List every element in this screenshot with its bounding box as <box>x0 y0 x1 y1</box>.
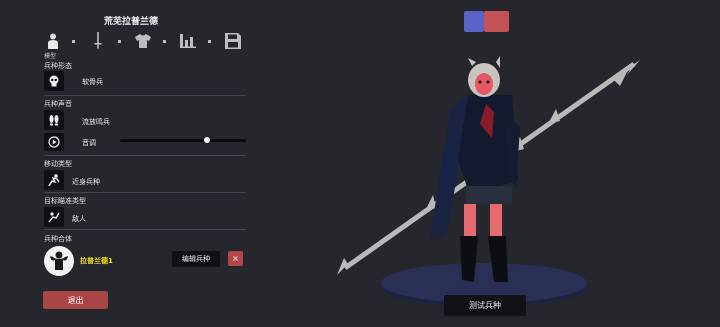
tab-save[interactable] <box>224 32 242 50</box>
person-icon <box>48 33 58 49</box>
target-icon <box>48 212 60 223</box>
target-value[interactable]: 敌人 <box>72 214 86 224</box>
unit-title: 荒芜拉普兰德 <box>103 17 158 27</box>
sword-icon <box>94 32 102 49</box>
unit-character <box>430 56 520 282</box>
tab-model-label: 模型 <box>44 53 57 60</box>
pitch-play-button[interactable] <box>44 133 64 151</box>
play-icon <box>48 136 60 148</box>
unit-preview-scene <box>337 56 640 307</box>
tab-model[interactable] <box>44 32 62 50</box>
divider <box>44 192 246 193</box>
voice-icon-box[interactable] <box>44 110 64 130</box>
tab-weapons[interactable] <box>89 32 107 50</box>
tab-separator <box>72 40 75 43</box>
exit-button[interactable]: 退出 <box>43 291 108 309</box>
target-icon-box[interactable] <box>44 207 64 227</box>
section-heading-combo: 兵种合体 <box>44 235 72 243</box>
tab-separator <box>163 40 166 43</box>
tab-clothing[interactable] <box>134 32 152 50</box>
movement-value[interactable]: 近身兵种 <box>72 177 100 187</box>
unit-editor-panel: 荒芜拉普兰德 模型 兵种形态 软骨兵 兵种声音 流放鸣兵 音调 移动类型 近身兵… <box>0 0 262 327</box>
section-heading-target: 目标瞄准类型 <box>44 197 86 205</box>
test-unit-button[interactable]: 测试兵种 <box>444 295 526 316</box>
form-value[interactable]: 软骨兵 <box>82 77 103 87</box>
strongman-icon <box>50 251 68 270</box>
pitch-slider-handle[interactable] <box>203 137 210 143</box>
divider <box>44 155 246 156</box>
section-heading-voice: 兵种声音 <box>44 100 72 108</box>
edit-unit-button[interactable]: 编辑兵种 <box>172 251 220 267</box>
combo-unit-avatar[interactable] <box>44 246 74 276</box>
tab-stats[interactable] <box>179 32 197 50</box>
tab-separator <box>208 40 211 43</box>
voice-value[interactable]: 流放鸣兵 <box>82 117 110 127</box>
bars-icon <box>180 34 196 48</box>
divider <box>44 229 246 230</box>
feet-icon <box>49 115 59 126</box>
delete-unit-button[interactable]: × <box>228 251 243 266</box>
pitch-label: 音调 <box>82 139 96 147</box>
divider <box>44 95 246 96</box>
shirt-icon <box>135 34 151 48</box>
pitch-slider[interactable] <box>120 137 246 143</box>
skull-icon <box>49 75 59 87</box>
running-icon <box>48 174 60 186</box>
category-tabs <box>44 32 248 56</box>
form-icon-box[interactable] <box>44 71 64 91</box>
movement-icon-box[interactable] <box>44 170 64 190</box>
tab-separator <box>118 40 121 43</box>
section-heading-movement: 移动类型 <box>44 160 72 168</box>
save-icon <box>225 33 241 49</box>
combo-unit-name[interactable]: 拉普兰德1 <box>80 256 113 266</box>
section-heading-form: 兵种形态 <box>44 62 72 70</box>
